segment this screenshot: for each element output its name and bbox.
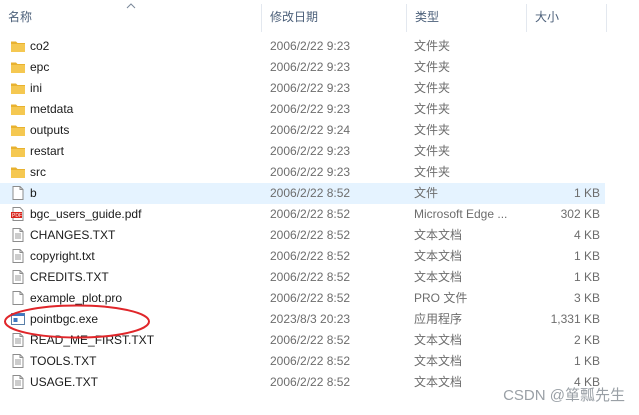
file-modified-date: 2006/2/22 8:52: [270, 249, 351, 263]
file-size: 1 KB: [573, 354, 600, 368]
folder-icon: [10, 101, 26, 117]
file-name: ini: [30, 81, 43, 95]
file-modified-date: 2006/2/22 8:52: [270, 207, 351, 221]
file-row[interactable]: b 2006/2/22 8:52 文件 1 KB: [0, 183, 605, 204]
file-row[interactable]: metdata 2006/2/22 9:23 文件夹: [0, 99, 605, 120]
folder-icon: [10, 38, 26, 54]
file-name: outputs: [30, 123, 70, 137]
file-row[interactable]: ini 2006/2/22 9:23 文件夹: [0, 78, 605, 99]
file-size: [527, 99, 600, 120]
file-modified-date: 2006/2/22 8:52: [270, 333, 351, 347]
file-type: 文件夹: [414, 123, 451, 137]
file-name: b: [30, 186, 37, 200]
file-name: TOOLS.TXT: [30, 354, 97, 368]
column-header-date[interactable]: 修改日期: [262, 0, 405, 34]
file-size: 3 KB: [573, 291, 600, 305]
file-name: bgc_users_guide.pdf: [30, 207, 142, 221]
file-row[interactable]: CHANGES.TXT 2006/2/22 8:52 文本文档 4 KB: [0, 225, 605, 246]
file-type: Microsoft Edge ...: [414, 207, 508, 221]
file-size: 4 KB: [573, 228, 600, 242]
file-modified-date: 2006/2/22 9:23: [270, 102, 351, 116]
file-name: CHANGES.TXT: [30, 228, 116, 242]
folder-icon: [10, 164, 26, 180]
file-modified-date: 2006/2/22 8:52: [270, 228, 351, 242]
file-type: 文本文档: [414, 333, 463, 347]
file-size: 1 KB: [573, 270, 600, 284]
file-size: 302 KB: [560, 207, 600, 221]
file-row[interactable]: co2 2006/2/22 9:23 文件夹: [0, 36, 605, 57]
file-modified-date: 2006/2/22 8:52: [270, 354, 351, 368]
file-name: epc: [30, 60, 50, 74]
file-type: 文件夹: [414, 81, 451, 95]
file-size: [527, 141, 600, 162]
column-header-name[interactable]: 名称: [0, 0, 260, 34]
file-size: [527, 57, 600, 78]
file-size: 2 KB: [573, 333, 600, 347]
file-icon: [10, 185, 26, 201]
file-type: 文件: [414, 186, 439, 200]
file-name: restart: [30, 144, 65, 158]
file-modified-date: 2006/2/22 9:24: [270, 123, 351, 137]
text-file-icon: [10, 269, 26, 285]
file-name: copyright.txt: [30, 249, 95, 263]
column-divider[interactable]: [606, 4, 607, 32]
column-header-bar: 名称 修改日期 类型 大小: [0, 0, 639, 34]
file-type: 文本文档: [414, 249, 463, 263]
column-header-size[interactable]: 大小: [527, 0, 605, 34]
folder-icon: [10, 80, 26, 96]
watermark: CSDN @箪瓢先生: [503, 387, 625, 404]
file-row[interactable]: restart 2006/2/22 9:23 文件夹: [0, 141, 605, 162]
file-type: 文件夹: [414, 60, 451, 74]
file-modified-date: 2023/8/3 20:23: [270, 312, 351, 326]
file-size: [527, 78, 600, 99]
text-file-icon: [10, 248, 26, 264]
text-file-icon: [10, 374, 26, 390]
file-row[interactable]: PDF bgc_users_guide.pdf 2006/2/22 8:52 Micr…: [0, 204, 605, 225]
file-name: CREDITS.TXT: [30, 270, 109, 284]
file-modified-date: 2006/2/22 9:23: [270, 81, 351, 95]
file-modified-date: 2006/2/22 9:23: [270, 165, 351, 179]
file-size: [527, 36, 600, 57]
file-modified-date: 2006/2/22 9:23: [270, 144, 351, 158]
file-row[interactable]: src 2006/2/22 9:23 文件夹: [0, 162, 605, 183]
text-file-icon: [10, 227, 26, 243]
file-type: 文件夹: [414, 144, 451, 158]
file-name: USAGE.TXT: [30, 375, 99, 389]
file-type: 文本文档: [414, 228, 463, 242]
text-file-icon: [10, 353, 26, 369]
file-size: 1 KB: [573, 186, 600, 200]
file-type: 文件夹: [414, 102, 451, 116]
file-name: co2: [30, 39, 50, 53]
file-row[interactable]: TOOLS.TXT 2006/2/22 8:52 文本文档 1 KB: [0, 351, 605, 372]
file-name: src: [30, 165, 46, 179]
folder-icon: [10, 122, 26, 138]
file-size: [527, 120, 600, 141]
column-header-type[interactable]: 类型: [407, 0, 525, 34]
file-modified-date: 2006/2/22 8:52: [270, 375, 351, 389]
folder-icon: [10, 59, 26, 75]
file-type: 文本文档: [414, 270, 463, 284]
file-row[interactable]: epc 2006/2/22 9:23 文件夹: [0, 57, 605, 78]
file-name: metdata: [30, 102, 74, 116]
file-type: PRO 文件: [414, 291, 468, 305]
folder-icon: [10, 143, 26, 159]
file-type: 文本文档: [414, 354, 463, 368]
pdf-icon: PDF: [10, 206, 26, 222]
file-type: 文件夹: [414, 165, 451, 179]
file-size: 1,331 KB: [550, 312, 600, 326]
file-row[interactable]: copyright.txt 2006/2/22 8:52 文本文档 1 KB: [0, 246, 605, 267]
file-modified-date: 2006/2/22 9:23: [270, 60, 351, 74]
svg-text:PDF: PDF: [12, 213, 22, 219]
red-annotation-circle: [4, 304, 150, 339]
file-type: 应用程序: [414, 312, 463, 326]
file-size: [527, 162, 600, 183]
file-row[interactable]: outputs 2006/2/22 9:24 文件夹: [0, 120, 605, 141]
file-row[interactable]: CREDITS.TXT 2006/2/22 8:52 文本文档 1 KB: [0, 267, 605, 288]
file-size: 1 KB: [573, 249, 600, 263]
file-modified-date: 2006/2/22 9:23: [270, 39, 351, 53]
file-modified-date: 2006/2/22 8:52: [270, 270, 351, 284]
file-modified-date: 2006/2/22 8:52: [270, 291, 351, 305]
file-type: 文件夹: [414, 39, 451, 53]
file-modified-date: 2006/2/22 8:52: [270, 186, 351, 200]
